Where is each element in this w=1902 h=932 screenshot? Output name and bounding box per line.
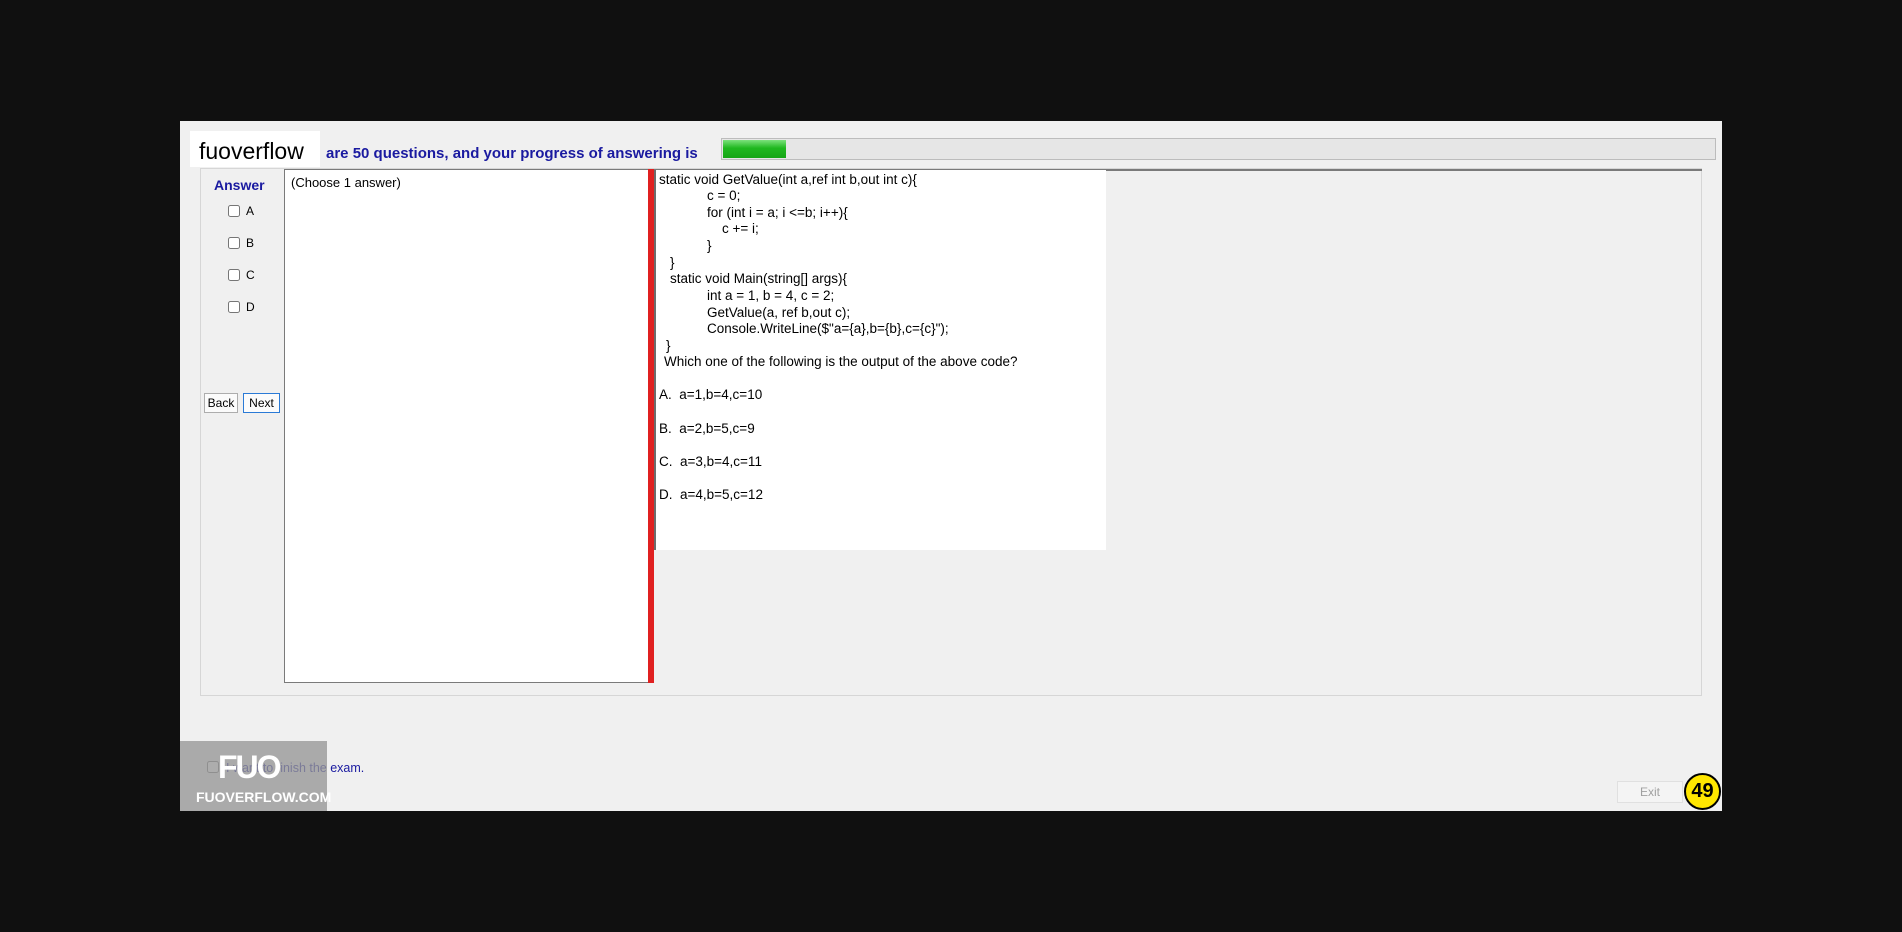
option-d[interactable]: D bbox=[228, 300, 255, 314]
option-c-checkbox[interactable] bbox=[228, 269, 240, 281]
option-d-label: D bbox=[246, 300, 255, 314]
option-c[interactable]: C bbox=[228, 268, 255, 282]
code-line: GetValue(a, ref b,out c); bbox=[707, 305, 851, 320]
next-button[interactable]: Next bbox=[243, 393, 280, 413]
option-b-checkbox[interactable] bbox=[228, 237, 240, 249]
option-b-label: B bbox=[246, 236, 255, 250]
option-c-label: C bbox=[246, 268, 255, 282]
answer-title: Answer bbox=[214, 177, 265, 193]
code-line: } bbox=[666, 338, 671, 353]
code-line: static void Main(string[] args){ bbox=[670, 271, 848, 286]
exit-button[interactable]: Exit bbox=[1617, 781, 1683, 803]
option-a-checkbox[interactable] bbox=[228, 205, 240, 217]
watermark-site: FUOVERFLOW.COM bbox=[196, 789, 332, 805]
progress-bar bbox=[721, 138, 1716, 160]
answer-text-pane: (Choose 1 answer) bbox=[284, 169, 650, 683]
option-a[interactable]: A bbox=[228, 204, 254, 218]
progress-bar-fill bbox=[723, 140, 786, 158]
choice-d-text: D. a=4,b=5,c=12 bbox=[659, 487, 763, 502]
code-line: } bbox=[707, 238, 712, 253]
code-line: for (int i = a; i <=b; i++){ bbox=[707, 205, 848, 220]
progress-label: are 50 questions, and your progress of a… bbox=[326, 145, 698, 162]
watermark-logo: FUO bbox=[218, 749, 282, 785]
question-content: static void GetValue(int a,ref int b,out… bbox=[654, 170, 1106, 550]
choice-b-text: B. a=2,b=5,c=9 bbox=[659, 421, 755, 436]
choice-a-text: A. a=1,b=4,c=10 bbox=[659, 387, 763, 402]
fuoverflow-logo-box: fuoverflow bbox=[190, 131, 320, 167]
option-a-label: A bbox=[246, 204, 255, 218]
choose-answer-hint: (Choose 1 answer) bbox=[291, 175, 401, 190]
exam-window: fuoverflow are 50 questions, and your pr… bbox=[180, 121, 1722, 811]
question-number-badge: 49 bbox=[1684, 773, 1721, 810]
question-prompt: Which one of the following is the output… bbox=[664, 354, 1018, 369]
code-line: Console.WriteLine($"a={a},b={b},c={c}"); bbox=[707, 321, 949, 336]
code-line: static void GetValue(int a,ref int b,out… bbox=[659, 172, 917, 187]
logo-text: fuoverflow bbox=[199, 138, 304, 164]
code-line: int a = 1, b = 4, c = 2; bbox=[707, 288, 835, 303]
code-line: c += i; bbox=[722, 221, 759, 236]
code-line: c = 0; bbox=[707, 188, 741, 203]
choice-c-text: C. a=3,b=4,c=11 bbox=[659, 454, 762, 469]
fuoverflow-watermark: FUO FUOVERFLOW.COM bbox=[180, 741, 331, 811]
option-d-checkbox[interactable] bbox=[228, 301, 240, 313]
option-b[interactable]: B bbox=[228, 236, 254, 250]
code-line: } bbox=[670, 255, 675, 270]
back-button[interactable]: Back bbox=[204, 393, 238, 413]
